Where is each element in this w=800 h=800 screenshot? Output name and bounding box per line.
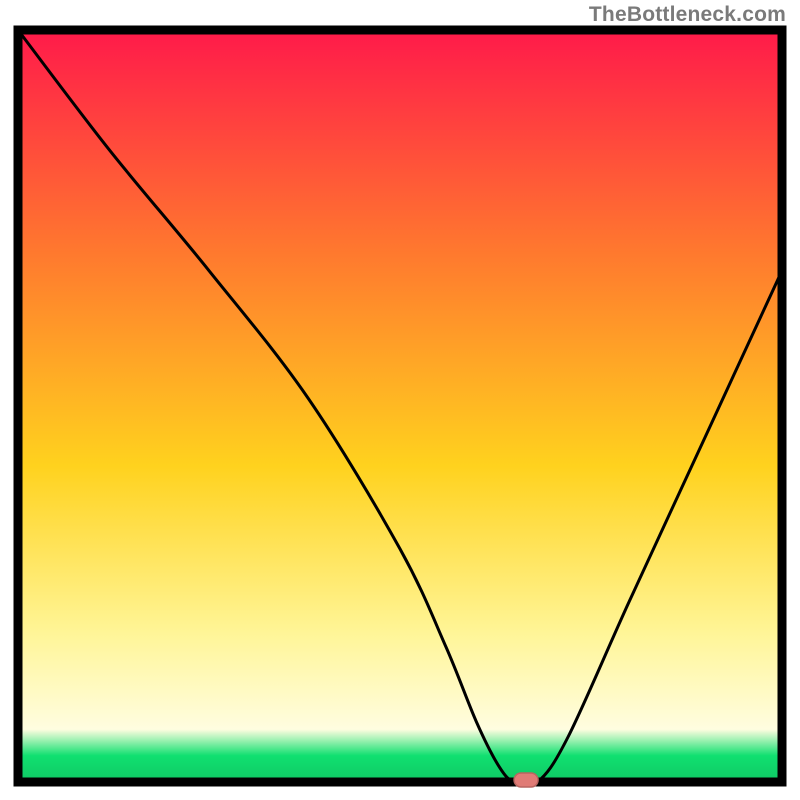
attribution-label: TheBottleneck.com [589, 3, 786, 27]
plot-background [18, 30, 782, 782]
optimum-marker [514, 773, 538, 787]
chart-container: { "attribution": "TheBottleneck.com", "c… [0, 0, 800, 800]
bottleneck-chart [0, 0, 800, 800]
